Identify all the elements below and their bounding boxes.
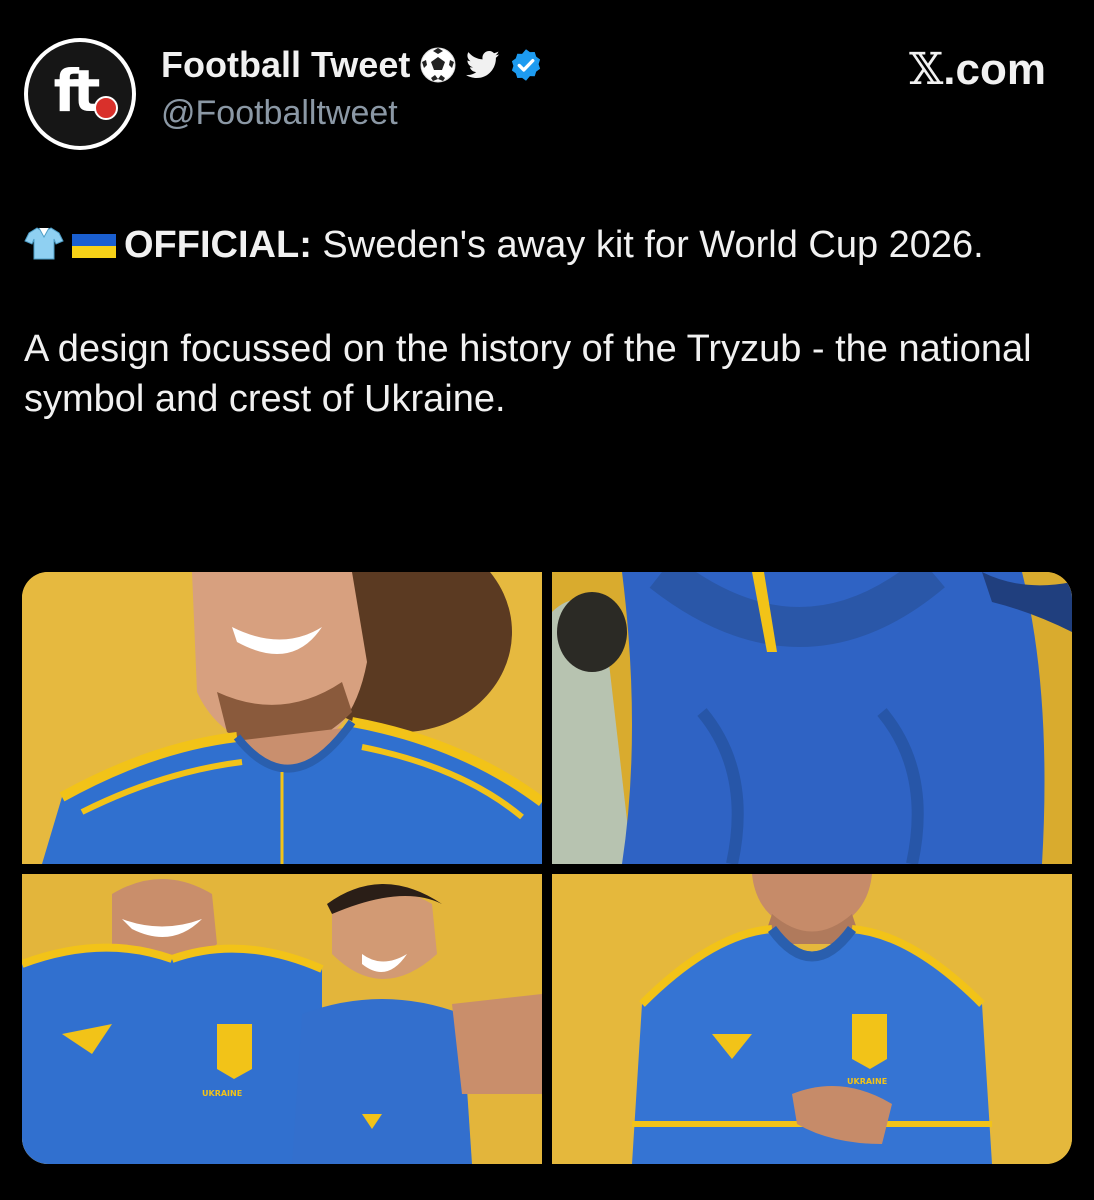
avatar-logo: ft xyxy=(28,42,132,146)
display-name-row[interactable]: Football Tweet xyxy=(161,44,544,86)
photo-3[interactable]: UKRAINE xyxy=(22,874,542,1164)
tshirt-icon xyxy=(24,227,64,260)
photo-4-image: UKRAINE xyxy=(552,874,1072,1164)
avatar[interactable]: ft xyxy=(24,38,136,150)
display-name[interactable]: Football Tweet xyxy=(161,44,410,86)
photo-1[interactable] xyxy=(22,572,542,864)
tweet-line-1: Sweden's away kit for World Cup 2026. xyxy=(311,224,984,266)
photo-3-image: UKRAINE xyxy=(22,874,542,1164)
tweet-text: OFFICIAL: Sweden's away kit for World Cu… xyxy=(24,220,1070,424)
official-label: OFFICIAL: xyxy=(124,224,312,266)
media-grid: UKRAINE UKRAINE xyxy=(22,572,1072,1164)
verified-badge-icon xyxy=(512,49,541,81)
kit-label-photo-3: UKRAINE xyxy=(202,1089,242,1098)
kit-label-photo-4: UKRAINE xyxy=(847,1077,887,1086)
tweet-header: ft Football Tweet @Footballtweet 𝕏.com xyxy=(24,38,1070,150)
site-label: 𝕏.com xyxy=(909,44,1046,95)
photo-2[interactable] xyxy=(552,572,1072,864)
photo-1-image xyxy=(22,572,542,864)
avatar-logo-mark: ft xyxy=(53,57,101,125)
ukraine-flag-icon xyxy=(72,234,116,258)
bird-icon xyxy=(466,50,500,79)
site-suffix: .com xyxy=(943,45,1046,94)
tweet-paragraph-1: OFFICIAL: Sweden's away kit for World Cu… xyxy=(24,220,1070,270)
photo-2-image xyxy=(552,572,1072,864)
avatar-ball-icon xyxy=(94,96,118,120)
football-icon xyxy=(420,47,456,83)
photo-4[interactable]: UKRAINE xyxy=(552,874,1072,1164)
x-logo-icon: 𝕏 xyxy=(909,44,944,95)
user-handle[interactable]: @Footballtweet xyxy=(161,94,398,133)
tweet-paragraph-2: A design focussed on the history of the … xyxy=(24,328,1032,420)
